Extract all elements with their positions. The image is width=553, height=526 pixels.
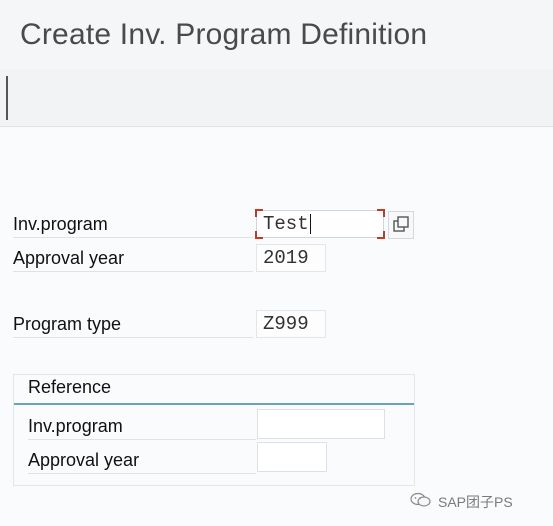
reference-group-header: Reference [14,375,414,405]
toolbar [0,70,553,127]
inv-program-value: Test [263,213,309,235]
reference-group-title: Reference [28,377,112,397]
approval-year-input[interactable]: 2019 [256,244,326,272]
focus-corner-bl [255,231,263,239]
inv-program-input[interactable]: Test [255,209,385,239]
focus-corner-tl [255,209,263,217]
focus-corner-br [377,231,385,239]
reference-inv-program-label: Inv.program [28,413,256,440]
reference-inv-program-input[interactable] [257,409,385,439]
page-title: Create Inv. Program Definition [20,18,428,51]
copy-icon [393,216,409,232]
inv-program-label: Inv.program [13,211,253,238]
value-help-button[interactable] [388,211,414,239]
reference-approval-year-input[interactable] [257,442,327,472]
reference-group: Reference Inv.program Approval year [13,374,415,486]
wechat-icon [410,492,431,507]
focus-corner-tr [377,209,385,217]
program-type-label: Program type [13,311,253,338]
text-cursor [309,213,311,234]
program-type-input[interactable]: Z999 [256,310,326,338]
watermark-text: SAP团子PS [438,494,513,510]
title-bar: Create Inv. Program Definition [0,0,553,70]
toolbar-separator [6,76,8,120]
reference-approval-year-label: Approval year [28,447,256,474]
approval-year-label: Approval year [13,245,253,272]
